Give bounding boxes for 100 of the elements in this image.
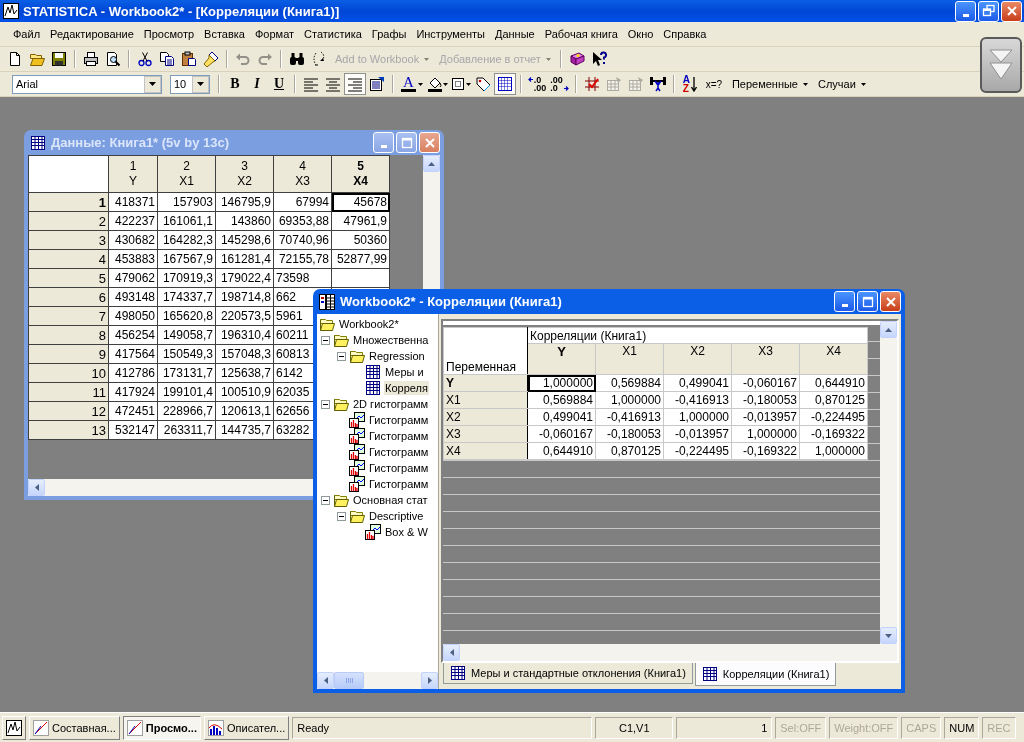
sheet-tab[interactable]: Корреляции (Книга1) xyxy=(694,663,837,686)
scroll-down-button[interactable] xyxy=(880,627,897,644)
menu-item[interactable]: Данные xyxy=(489,28,540,40)
task-button[interactable]: Составная... xyxy=(29,715,120,740)
dropdown-button[interactable]: Случаи xyxy=(813,73,871,95)
tree-item[interactable]: Гистограмм xyxy=(368,429,430,443)
decimal-label: .0 .00 xyxy=(533,76,547,92)
table-cell: 165620,8 xyxy=(157,306,216,326)
tree-item[interactable]: Множественна xyxy=(352,333,430,347)
collapse-box-icon[interactable] xyxy=(321,335,330,345)
table-icon xyxy=(30,134,46,151)
scroll-up-button[interactable] xyxy=(880,321,897,338)
font-size-field[interactable]: 10 xyxy=(170,74,210,94)
menu-item[interactable]: Окно xyxy=(622,28,659,40)
column-header[interactable]: 2 X1 xyxy=(157,155,216,193)
font-field[interactable]: Arial xyxy=(12,74,162,94)
bold-button[interactable]: B xyxy=(224,73,246,95)
menu-item[interactable]: Графы xyxy=(366,28,412,40)
tree-item[interactable]: Гистограмм xyxy=(368,461,430,475)
tree-item[interactable]: Гистограмм xyxy=(368,413,430,427)
decimal-places-button[interactable]: .00 .0 xyxy=(548,73,571,95)
menu-item[interactable]: Просмотр xyxy=(138,28,200,40)
dropdown-button[interactable] xyxy=(144,75,161,93)
tree-item[interactable]: Descriptive xyxy=(368,509,425,523)
scroll-left-button[interactable] xyxy=(28,479,45,496)
double-arrow-button[interactable] xyxy=(980,37,1022,93)
app-button[interactable] xyxy=(2,715,26,740)
close-button[interactable] xyxy=(880,291,901,312)
tree-item[interactable]: Меры и xyxy=(384,365,425,379)
font-color-button[interactable]: A xyxy=(398,73,426,95)
menu-item[interactable]: Рабочая книга xyxy=(539,28,623,40)
tree-item[interactable]: Box & W xyxy=(384,525,429,539)
menu-item[interactable]: Инструменты xyxy=(411,28,490,40)
menu-item[interactable]: Редактирование xyxy=(45,28,139,40)
minimize-icon xyxy=(380,145,387,148)
column-header[interactable]: X4 xyxy=(799,343,868,375)
table-cell: 150549,3 xyxy=(157,344,216,364)
table-cell: 1,000000 xyxy=(527,374,596,392)
status-indicator: Weight:OFF xyxy=(829,716,899,739)
italic-button[interactable]: I xyxy=(246,73,268,95)
sheet-tab[interactable]: Меры и стандартные отклонения (Книга1) xyxy=(443,663,693,684)
sort-letter: Z xyxy=(682,84,690,93)
grid-icon xyxy=(496,76,513,92)
scroll-left-button[interactable] xyxy=(317,672,334,689)
tree-item[interactable]: Корреля xyxy=(384,381,429,395)
tree-item[interactable]: Гистограмм xyxy=(368,445,430,459)
task-button[interactable]: Описател... xyxy=(203,715,290,740)
column-name: Y xyxy=(128,174,138,189)
chart-icon xyxy=(349,412,365,428)
close-icon xyxy=(883,294,898,309)
tree-item[interactable]: Основная стат xyxy=(352,493,429,507)
sort-button[interactable]: A Z xyxy=(678,73,701,95)
collapse-box-icon[interactable] xyxy=(337,511,346,521)
decimal-places-button[interactable]: .0 .00 xyxy=(525,73,549,95)
scroll-up-button[interactable] xyxy=(423,155,440,172)
table-cell: 1,000000 xyxy=(799,442,868,460)
scroll-left-button[interactable] xyxy=(443,644,460,661)
close-button[interactable] xyxy=(1001,0,1022,22)
table-cell: 157903 xyxy=(157,192,216,212)
scroll-right-button[interactable] xyxy=(421,672,438,689)
menu-item[interactable]: Вставка xyxy=(199,28,250,40)
minimize-button[interactable] xyxy=(834,291,855,312)
column-header[interactable]: X3 xyxy=(731,343,800,375)
column-header[interactable]: 5 X4 xyxy=(331,155,390,193)
table-cell: 0,644910 xyxy=(527,442,596,460)
menu-item[interactable]: Статистика xyxy=(299,28,367,40)
task-button[interactable]: Просмо... xyxy=(122,715,201,740)
formula-button[interactable]: x=? xyxy=(700,73,727,95)
caret-icon xyxy=(545,56,551,62)
column-header[interactable]: X1 xyxy=(595,343,664,375)
dropdown-button[interactable] xyxy=(192,75,209,93)
menu-item[interactable]: Файл xyxy=(8,28,46,40)
tree-item[interactable]: Regression xyxy=(368,349,426,363)
underline-button[interactable]: U xyxy=(268,73,290,95)
menu-item[interactable]: Формат xyxy=(250,28,300,40)
tree-item[interactable]: Workbook2* xyxy=(338,317,400,331)
table-cell: 0,499041 xyxy=(663,374,732,392)
maximize-button[interactable] xyxy=(857,291,878,312)
tree-item[interactable]: Гистограмм xyxy=(368,477,430,491)
dropdown-button[interactable]: Переменные xyxy=(726,73,813,95)
column-header[interactable]: Y xyxy=(527,343,596,375)
minimize-icon xyxy=(962,13,969,17)
table-edit-icon xyxy=(605,76,622,92)
column-header[interactable]: 1 Y xyxy=(108,155,158,193)
tree-item[interactable]: 2D гистограмм xyxy=(352,397,430,411)
grid-button[interactable] xyxy=(493,73,516,95)
column-number: 4 xyxy=(298,159,307,174)
table-cell: 145298,6 xyxy=(215,230,274,250)
column-header[interactable]: 3 X2 xyxy=(215,155,274,193)
align-right-button[interactable] xyxy=(344,73,366,95)
scroll-thumb[interactable] xyxy=(334,672,364,689)
collapse-box-icon[interactable] xyxy=(337,351,346,361)
column-header[interactable]: X2 xyxy=(663,343,732,375)
collapse-box-icon[interactable] xyxy=(321,399,330,409)
column-header[interactable]: 4 X3 xyxy=(273,155,332,193)
restore-button[interactable] xyxy=(978,0,999,22)
menu-item[interactable]: Справка xyxy=(658,28,712,40)
collapse-box-icon[interactable] xyxy=(321,495,330,505)
table-title: Корреляции (Книга1) xyxy=(527,327,868,344)
minimize-button[interactable] xyxy=(955,0,976,22)
